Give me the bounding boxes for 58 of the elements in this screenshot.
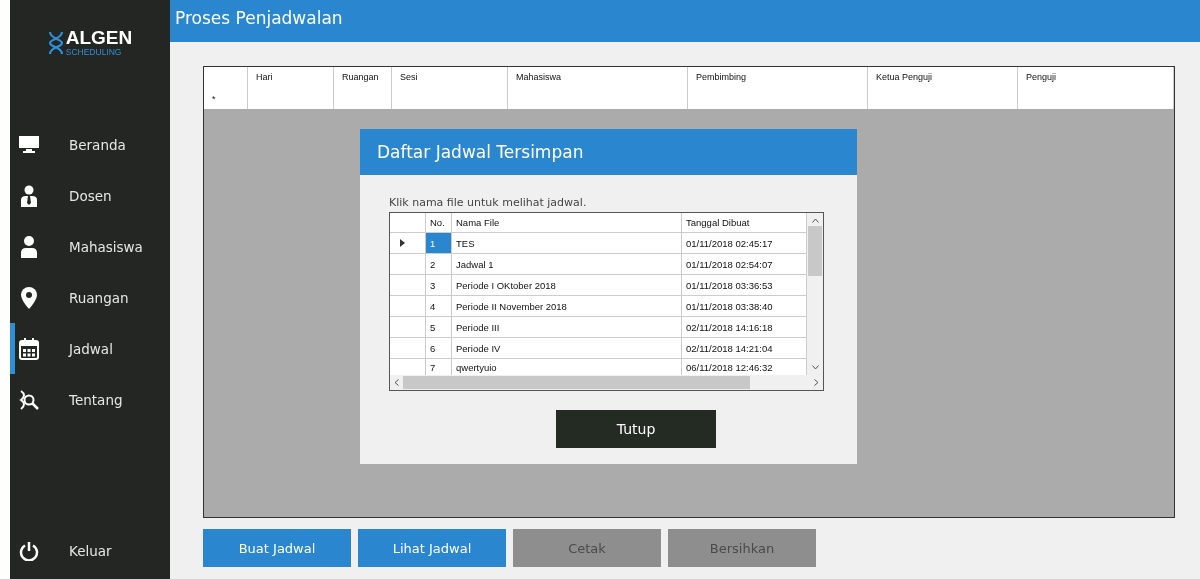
column-header[interactable]: Tanggal Dibuat — [686, 217, 750, 228]
nav-item[interactable]: Mahasiswa — [10, 221, 170, 272]
logo-subtitle: SCHEDULING — [65, 47, 123, 57]
calendar-icon — [19, 337, 39, 360]
logout-item[interactable]: Keluar — [10, 531, 170, 571]
table-cell: 6 — [426, 338, 452, 358]
horizontal-scrollbar[interactable] — [390, 375, 823, 390]
nav-item[interactable]: Dosen — [10, 170, 170, 221]
logo-title: ALGEN — [65, 29, 133, 47]
table-cell: 1 — [426, 233, 452, 253]
power-icon — [19, 541, 39, 561]
dna-magnifier-icon — [19, 389, 39, 410]
column-header[interactable]: No. — [430, 217, 445, 228]
action-button[interactable]: Buat Jadwal — [203, 529, 351, 567]
person-tie-icon — [20, 184, 38, 207]
nav-item[interactable]: Tentang — [10, 374, 170, 425]
current-row-icon — [400, 239, 405, 247]
table-cell: Periode II November 2018 — [452, 296, 682, 316]
column-header[interactable]: Sesi — [400, 72, 418, 82]
person-icon — [20, 235, 38, 258]
scroll-left-icon — [394, 379, 399, 386]
map-pin-icon — [21, 286, 37, 309]
action-button[interactable]: Lihat Jadwal — [358, 529, 506, 567]
page-title: Proses Penjadwalan — [175, 8, 343, 28]
dialog-title: Daftar Jadwal Tersimpan — [377, 142, 584, 162]
table-cell: Periode I OKtober 2018 — [452, 275, 682, 295]
nav-item[interactable]: Beranda — [10, 119, 170, 170]
file-row[interactable]: 6 Periode IV 02/11/2018 14:21:04 — [390, 338, 807, 359]
scroll-down-icon — [811, 365, 819, 370]
table-cell: Periode III — [452, 317, 682, 337]
table-cell: 3 — [426, 275, 452, 295]
column-header[interactable]: Pembimbing — [696, 72, 747, 82]
close-button[interactable]: Tutup — [556, 410, 716, 448]
table-cell: TES — [452, 233, 682, 253]
vertical-scrollbar[interactable] — [807, 213, 823, 375]
nav-item[interactable]: Ruangan — [10, 272, 170, 323]
scroll-right-icon — [814, 379, 819, 386]
file-row[interactable]: 1 TES 01/11/2018 02:45:17 — [390, 233, 807, 254]
file-row[interactable]: 3 Periode I OKtober 2018 01/11/2018 03:36:53 — [390, 275, 807, 296]
hint-text: Klik nama file untuk melihat jadwal. — [389, 196, 588, 209]
column-header[interactable]: Hari — [256, 72, 273, 82]
table-cell: 4 — [426, 296, 452, 316]
scroll-up-icon — [811, 218, 819, 223]
column-header[interactable]: Mahasiswa — [516, 72, 562, 82]
column-header[interactable]: Penguji — [1026, 72, 1057, 82]
file-row[interactable]: 2 Jadwal 1 01/11/2018 02:54:07 — [390, 254, 807, 275]
table-cell: 5 — [426, 317, 452, 337]
file-row[interactable]: 4 Periode II November 2018 01/11/2018 03:38:40 — [390, 296, 807, 317]
column-header[interactable]: Ruangan — [342, 72, 379, 82]
table-cell: Jadwal 1 — [452, 254, 682, 274]
column-header[interactable]: Nama File — [456, 217, 500, 228]
table-cell: Periode IV — [452, 338, 682, 358]
new-row-marker: * — [212, 94, 216, 104]
column-header[interactable]: Ketua Penguji — [876, 72, 933, 82]
table-cell: 2 — [426, 254, 452, 274]
file-row[interactable]: 5 Periode III 02/11/2018 14:16:18 — [390, 317, 807, 338]
monitor-icon — [19, 136, 39, 153]
dna-icon — [47, 31, 64, 55]
